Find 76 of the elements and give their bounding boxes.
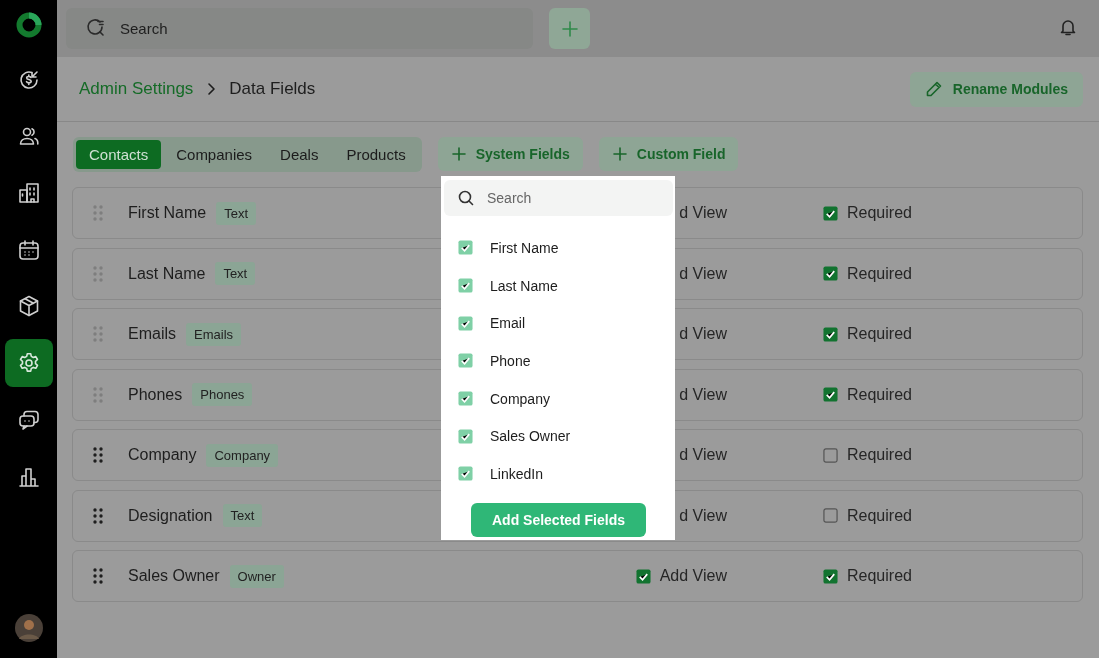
field-name: Phones bbox=[128, 385, 183, 404]
checkbox[interactable] bbox=[635, 568, 651, 584]
logo-icon[interactable] bbox=[15, 12, 42, 38]
checkbox-label: Required bbox=[847, 264, 912, 283]
field-type-tag: Text bbox=[216, 201, 257, 225]
checkbox-label: d View bbox=[679, 446, 727, 464]
field-name: Company bbox=[128, 446, 197, 464]
checkbox[interactable] bbox=[458, 428, 473, 444]
checkbox-label: Required bbox=[847, 506, 912, 525]
search-icon bbox=[86, 18, 106, 38]
field-type-tag: Emails bbox=[186, 322, 242, 346]
checkbox-label: Required bbox=[847, 204, 912, 222]
checkbox[interactable] bbox=[458, 240, 473, 256]
plus-icon bbox=[450, 146, 467, 162]
checkbox[interactable] bbox=[823, 447, 838, 463]
checkbox[interactable] bbox=[458, 391, 473, 407]
field-type-tag: Phones bbox=[192, 383, 253, 406]
picker-option[interactable]: LinkedIn bbox=[490, 465, 543, 482]
drag-handle-icon[interactable] bbox=[93, 568, 103, 584]
checkbox-label: d View bbox=[679, 204, 727, 222]
search-icon bbox=[458, 190, 474, 206]
checkbox[interactable] bbox=[823, 387, 838, 402]
checkbox-label: Required bbox=[847, 567, 912, 585]
picker-option[interactable]: First Name bbox=[490, 239, 559, 256]
checkbox-label: d View bbox=[679, 325, 727, 343]
drag-handle-icon[interactable] bbox=[93, 447, 103, 463]
checkbox-label: Required bbox=[847, 385, 912, 404]
picker-option[interactable]: Phone bbox=[490, 352, 531, 369]
checkbox[interactable] bbox=[823, 568, 838, 584]
drag-handle-icon[interactable] bbox=[93, 507, 103, 524]
field-type-tag: Company bbox=[206, 443, 279, 467]
pencil-icon bbox=[924, 80, 943, 98]
checkbox-label: Required bbox=[847, 325, 912, 343]
checkbox[interactable] bbox=[823, 266, 838, 281]
sidebar-item[interactable] bbox=[4, 339, 53, 388]
module-tab[interactable]: Products bbox=[333, 140, 419, 169]
picker-option[interactable]: Last Name bbox=[490, 277, 558, 294]
checkbox[interactable] bbox=[458, 315, 473, 331]
module-tab[interactable]: Deals bbox=[267, 140, 332, 169]
checkbox[interactable] bbox=[823, 205, 838, 221]
field-type-tag: Text bbox=[222, 504, 263, 527]
checkbox-label: Add View bbox=[659, 567, 727, 585]
checkbox[interactable] bbox=[458, 466, 473, 482]
building-icon[interactable] bbox=[16, 181, 41, 206]
drag-handle-icon[interactable] bbox=[93, 326, 103, 342]
drag-handle-icon[interactable] bbox=[93, 205, 103, 221]
field-name: First Name bbox=[128, 204, 207, 222]
field-name: Sales Owner bbox=[128, 567, 220, 585]
drag-handle-icon[interactable] bbox=[93, 265, 103, 282]
field-type-tag: Text bbox=[215, 262, 256, 285]
field-name: Emails bbox=[128, 325, 176, 343]
field-type-tag: Owner bbox=[229, 564, 284, 588]
picker-option[interactable]: Email bbox=[490, 315, 525, 332]
checkbox-label: d View bbox=[679, 385, 727, 404]
calendar-icon[interactable] bbox=[16, 237, 41, 262]
checkbox[interactable] bbox=[458, 278, 473, 294]
field-name: Last Name bbox=[128, 264, 206, 283]
plus-icon bbox=[611, 146, 628, 162]
module-tab[interactable]: Contacts bbox=[76, 140, 162, 169]
avatar[interactable] bbox=[14, 614, 43, 642]
module-tab[interactable]: Companies bbox=[163, 140, 266, 169]
checkbox[interactable] bbox=[458, 353, 473, 369]
picker-option[interactable]: Sales Owner bbox=[490, 428, 571, 445]
checkbox-label: d View bbox=[679, 506, 727, 525]
drag-handle-icon[interactable] bbox=[93, 386, 103, 403]
checkbox-label: d View bbox=[679, 264, 727, 283]
page-title: Data Fields bbox=[229, 79, 316, 99]
bell-icon[interactable] bbox=[1059, 17, 1077, 36]
picker-option[interactable]: Company bbox=[490, 390, 550, 407]
search-field[interactable]: Search bbox=[444, 180, 673, 216]
checkbox[interactable] bbox=[823, 508, 838, 523]
search-field[interactable]: Search bbox=[66, 8, 533, 49]
field-name: Designation bbox=[128, 506, 213, 525]
checkbox-label: Required bbox=[847, 446, 912, 464]
plus-icon bbox=[560, 19, 579, 38]
checkbox[interactable] bbox=[823, 326, 838, 342]
